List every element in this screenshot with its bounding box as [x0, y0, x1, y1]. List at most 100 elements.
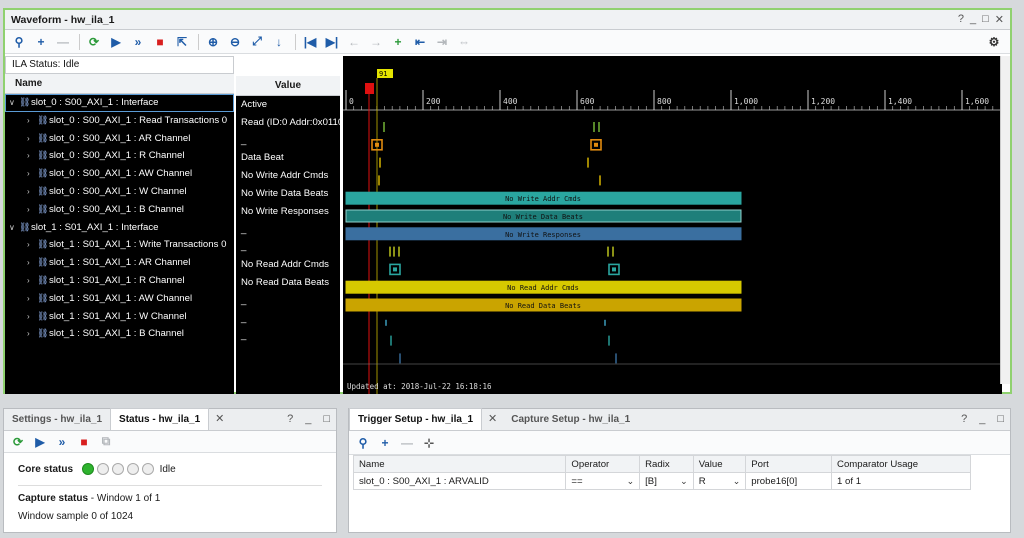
close-tab-icon[interactable]: ✕ — [209, 408, 230, 430]
chevron-icon[interactable]: › — [27, 147, 37, 165]
column-header[interactable]: Radix — [639, 455, 694, 473]
chevron-icon[interactable]: ∨ — [9, 94, 19, 112]
maximize-button[interactable]: □ — [982, 13, 989, 26]
run-continuous-icon[interactable]: » — [128, 32, 148, 52]
chevron-icon[interactable]: › — [27, 165, 37, 183]
signal-row[interactable]: › ⛓slot_1 : S01_AXI_1 : AW Channel — [5, 290, 234, 308]
value-column-header[interactable]: Value — [236, 76, 340, 96]
signal-row[interactable]: › ⛓slot_0 : S00_AXI_1 : R Channel — [5, 147, 234, 165]
add-icon[interactable]: + — [31, 32, 51, 52]
operator-select[interactable]: == ⌄ — [565, 472, 641, 490]
waveform-svg[interactable]: 0 200 400 600 800 1,000 1,200 1,400 1,600 91 No Wr… — [343, 56, 1002, 394]
add-probe-icon[interactable]: + — [375, 433, 395, 453]
signal-value: Read (ID:0 Addr:0x0110 — [241, 116, 340, 128]
close-tab-icon[interactable]: ✕ — [482, 408, 503, 430]
signal-row[interactable]: › ⛓slot_1 : S01_AXI_1 : W Channel — [5, 308, 234, 326]
search-icon[interactable]: ⚲ — [9, 32, 29, 52]
export-icon[interactable]: ⇱ — [172, 32, 192, 52]
maximize-icon[interactable]: □ — [317, 408, 336, 430]
trigger-condition-icon[interactable]: ⊹ — [419, 433, 439, 453]
go-to-time-zero-icon[interactable]: |◀ — [300, 32, 320, 52]
tab-status[interactable]: Status - hw_ila_1 — [110, 408, 210, 430]
column-header[interactable]: Comparator Usage — [831, 455, 971, 473]
radix-select[interactable]: [B] ⌄ — [639, 472, 694, 490]
tab-trigger-setup[interactable]: Trigger Setup - hw_ila_1 — [349, 408, 483, 430]
remove-icon[interactable]: — — [53, 32, 73, 52]
minimize-icon[interactable]: _ — [973, 408, 991, 430]
tab-capture-setup[interactable]: Capture Setup - hw_ila_1 — [503, 410, 638, 430]
add-marker-icon[interactable]: + — [388, 32, 408, 52]
stop-icon[interactable]: ■ — [74, 432, 94, 452]
maximize-icon[interactable]: □ — [991, 408, 1010, 430]
chevron-down-icon[interactable]: ⌄ — [627, 476, 635, 487]
chevron-icon[interactable]: › — [27, 236, 37, 254]
run-trigger-immediate-icon[interactable]: ⟳ — [84, 32, 104, 52]
help-button[interactable]: ? — [958, 13, 964, 26]
value-select[interactable]: R ⌄ — [692, 472, 747, 490]
next-transition-icon[interactable]: → — [366, 32, 386, 52]
close-button[interactable]: ✕ — [995, 13, 1004, 26]
go-to-last-time-icon[interactable]: ▶| — [322, 32, 342, 52]
help-icon[interactable]: ? — [281, 408, 299, 430]
signal-row[interactable]: › ⛓slot_1 : S01_AXI_1 : B Channel — [5, 325, 234, 343]
go-to-cursor-icon[interactable]: ↓ — [269, 32, 289, 52]
zoom-out-icon[interactable]: ⊖ — [225, 32, 245, 52]
signal-row[interactable]: › ⛓slot_0 : S00_AXI_1 : AR Channel — [5, 130, 234, 148]
signal-name: slot_0 : S00_AXI_1 : AW Channel — [49, 168, 193, 180]
run-trigger-immediate-icon[interactable]: ⟳ — [8, 432, 28, 452]
chevron-icon[interactable]: › — [27, 201, 37, 219]
chevron-icon[interactable]: › — [27, 112, 37, 130]
gear-icon[interactable]: ⚙ — [984, 32, 1004, 52]
chevron-icon[interactable]: › — [27, 308, 37, 326]
ruler-label: 0 — [349, 97, 354, 106]
column-header[interactable]: Operator — [565, 455, 641, 473]
zoom-in-icon[interactable]: ⊕ — [203, 32, 223, 52]
waveform-canvas[interactable]: 0 200 400 600 800 1,000 1,200 1,400 1,600 91 No Wr… — [343, 56, 1002, 394]
signal-row[interactable]: › ⛓slot_0 : S00_AXI_1 : AW Channel — [5, 165, 234, 183]
interface-icon: ⛓ — [37, 150, 49, 161]
vertical-scrollbar[interactable] — [1000, 56, 1010, 384]
signal-value: Data Beat — [241, 152, 284, 164]
copy-icon[interactable]: ⧉ — [96, 432, 116, 452]
column-header[interactable]: Value — [692, 455, 747, 473]
chevron-icon[interactable]: › — [27, 130, 37, 148]
run-continuous-icon[interactable]: » — [52, 432, 72, 452]
ruler-label: 1,600 — [965, 97, 989, 106]
signal-row[interactable]: › ⛓slot_1 : S01_AXI_1 : R Channel — [5, 272, 234, 290]
swap-cursors-icon[interactable]: ⇔ — [454, 32, 474, 52]
chevron-icon[interactable]: › — [27, 183, 37, 201]
tab-settings[interactable]: Settings - hw_ila_1 — [4, 410, 110, 430]
bus-label: No Write Data Beats — [503, 213, 583, 221]
table-row[interactable]: slot_0 : S00_AXI_1 : ARVALID == ⌄ [B] ⌄ R ⌄… — [352, 472, 971, 490]
run-trigger-icon[interactable]: ▶ — [30, 432, 50, 452]
chevron-icon[interactable]: › — [27, 254, 37, 272]
signal-row[interactable]: ∨ ⛓slot_0 : S00_AXI_1 : Interface — [5, 94, 234, 112]
chevron-down-icon[interactable]: ⌄ — [733, 476, 741, 487]
run-trigger-icon[interactable]: ▶ — [106, 32, 126, 52]
chevron-icon[interactable]: › — [27, 325, 37, 343]
previous-transition-icon[interactable]: ← — [344, 32, 364, 52]
remove-probe-icon[interactable]: — — [397, 433, 417, 453]
signal-row[interactable]: › ⛓slot_1 : S01_AXI_1 : AR Channel — [5, 254, 234, 272]
previous-marker-icon[interactable]: ⇤ — [410, 32, 430, 52]
minimize-icon[interactable]: _ — [299, 408, 317, 430]
chevron-icon[interactable]: ∨ — [9, 219, 19, 237]
signal-row[interactable]: › ⛓slot_1 : S01_AXI_1 : Write Transaction… — [5, 236, 234, 254]
interface-icon: ⛓ — [37, 257, 49, 268]
chevron-down-icon[interactable]: ⌄ — [680, 476, 688, 487]
signal-row[interactable]: › ⛓slot_0 : S00_AXI_1 : Read Transactions… — [5, 112, 234, 130]
stop-icon[interactable]: ■ — [150, 32, 170, 52]
signal-row[interactable]: › ⛓slot_0 : S00_AXI_1 : W Channel — [5, 183, 234, 201]
signal-row[interactable]: › ⛓slot_0 : S00_AXI_1 : B Channel — [5, 201, 234, 219]
signal-row[interactable]: ∨ ⛓slot_1 : S01_AXI_1 : Interface — [5, 219, 234, 237]
chevron-icon[interactable]: › — [27, 290, 37, 308]
help-icon[interactable]: ? — [955, 408, 973, 430]
column-header[interactable]: Port — [745, 455, 833, 473]
zoom-fit-icon[interactable]: ⤢ — [247, 32, 267, 52]
chevron-icon[interactable]: › — [27, 272, 37, 290]
name-column-header[interactable]: Name — [5, 74, 234, 94]
next-marker-icon[interactable]: ⇥ — [432, 32, 452, 52]
minimize-button[interactable]: _ — [970, 13, 976, 26]
column-header[interactable]: Name — [352, 455, 567, 473]
search-icon[interactable]: ⚲ — [353, 433, 373, 453]
